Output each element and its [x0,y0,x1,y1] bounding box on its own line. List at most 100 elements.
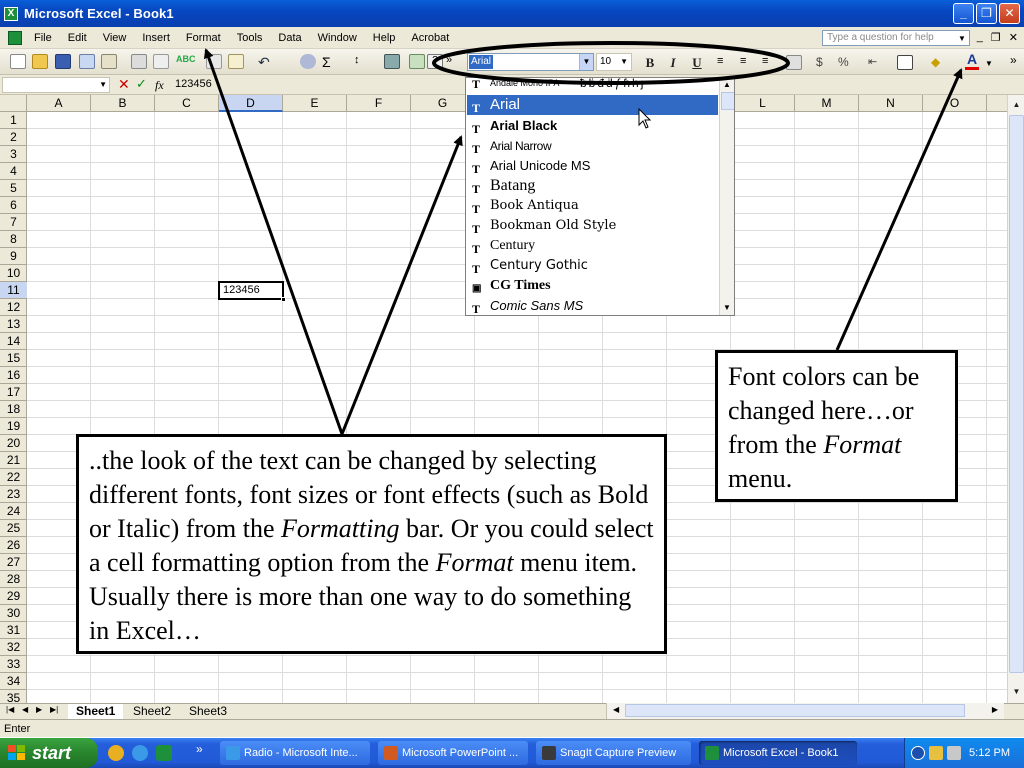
font-dropdown-arrow-icon[interactable]: ▼ [579,54,593,70]
select-all-corner[interactable] [0,95,27,112]
column-header-a[interactable]: A [27,95,91,112]
column-header-l[interactable]: L [731,95,795,112]
currency-icon[interactable]: $ [816,55,832,70]
row-header-35[interactable]: 35 [0,690,27,703]
menu-file[interactable]: File [26,27,60,49]
toolbar-options-icon[interactable]: » [446,54,462,69]
row-header-11[interactable]: 11 [0,282,27,299]
row-header-28[interactable]: 28 [0,571,27,588]
row-header-18[interactable]: 18 [0,401,27,418]
row-header-2[interactable]: 2 [0,129,27,146]
column-header-d[interactable]: D [219,95,283,112]
row-header-33[interactable]: 33 [0,656,27,673]
sort-icon[interactable]: ↕ [354,54,370,69]
print-icon[interactable] [131,54,147,69]
menu-acrobat[interactable]: Acrobat [403,27,457,49]
print-preview-icon[interactable] [153,54,169,69]
media-player-icon[interactable] [108,745,124,761]
minimize-icon[interactable]: _ [953,3,974,24]
formula-input[interactable]: 123456 [175,78,212,90]
tray-expand-icon[interactable] [911,746,925,760]
font-color-dropdown-icon[interactable]: ▼ [985,59,993,68]
insert-function-icon[interactable]: fx [155,78,164,93]
column-header-o[interactable]: O [923,95,987,112]
excel-quicklaunch-icon[interactable] [156,745,172,761]
row-header-30[interactable]: 30 [0,605,27,622]
align-left-icon[interactable]: ≡ [717,55,733,70]
font-option-arial-unicode[interactable]: T Arial Unicode MS [467,156,718,176]
toolbar-overflow-icon[interactable]: » [1010,53,1017,67]
row-header-14[interactable]: 14 [0,333,27,350]
row-header-19[interactable]: 19 [0,418,27,435]
font-dropdown-list[interactable]: T Andale Mono IPA ƀḃđḋƒɦḣȷ T Arial T Ari… [465,77,735,316]
next-sheet-icon[interactable]: ▶ [36,705,42,714]
italic-button[interactable]: I [664,55,682,71]
last-sheet-icon[interactable]: ▶| [50,705,58,714]
size-dropdown-arrow-icon[interactable]: ▼ [620,54,628,70]
undo-icon[interactable]: ↶ [258,54,274,70]
font-option-arial[interactable]: T Arial [467,95,718,115]
hyperlink-icon[interactable] [300,54,316,69]
menu-tools[interactable]: Tools [229,27,271,49]
font-list-scrollbar[interactable]: ▲ ▼ [719,78,734,315]
row-header-21[interactable]: 21 [0,452,27,469]
underline-button[interactable]: U [688,55,706,71]
scroll-left-icon[interactable]: ◀ [613,705,619,714]
row-header-23[interactable]: 23 [0,486,27,503]
row-header-25[interactable]: 25 [0,520,27,537]
tray-volume-icon[interactable] [947,746,961,760]
font-option-andale[interactable]: T Andale Mono IPA ƀḃđḋƒɦḣȷ [467,78,718,92]
row-header-15[interactable]: 15 [0,350,27,367]
row-header-22[interactable]: 22 [0,469,27,486]
cut-icon[interactable] [206,54,222,69]
autosum-icon[interactable]: Σ [322,54,338,70]
tab-sheet1[interactable]: Sheet1 [68,704,124,719]
menu-format[interactable]: Format [178,27,229,49]
row-header-32[interactable]: 32 [0,639,27,656]
excel-app-icon[interactable]: X [4,6,18,21]
merge-center-icon[interactable] [786,55,802,70]
taskbar-button-radio[interactable]: Radio - Microsoft Inte... [220,741,370,765]
scroll-right-icon[interactable]: ▶ [992,705,998,714]
quicklaunch-chevron-icon[interactable]: » [196,742,203,756]
drawing-icon[interactable] [409,54,425,69]
paste-icon[interactable] [228,54,244,69]
vertical-scroll-thumb[interactable] [1009,115,1024,673]
taskbar-button-snagit[interactable]: SnagIt Capture Preview [536,741,691,765]
bold-button[interactable]: B [641,55,659,71]
row-header-20[interactable]: 20 [0,435,27,452]
row-header-16[interactable]: 16 [0,367,27,384]
horizontal-scrollbar[interactable]: ◀ ▶ [606,703,1004,719]
menu-window[interactable]: Window [310,27,365,49]
borders-icon[interactable] [897,55,913,70]
menu-help[interactable]: Help [365,27,404,49]
first-sheet-icon[interactable]: |◀ [6,705,14,714]
prev-sheet-icon[interactable]: ◀ [22,705,28,714]
row-header-26[interactable]: 26 [0,537,27,554]
taskbar-button-powerpoint[interactable]: Microsoft PowerPoint ... [378,741,528,765]
internet-explorer-icon[interactable] [132,745,148,761]
align-right-icon[interactable]: ≡ [762,55,778,70]
horizontal-scroll-thumb[interactable] [625,704,965,717]
active-cell-d11[interactable]: 123456 [218,281,286,302]
confirm-entry-icon[interactable]: ✓ [136,76,147,92]
tab-sheet3[interactable]: Sheet3 [181,704,235,719]
row-header-31[interactable]: 31 [0,622,27,639]
row-header-24[interactable]: 24 [0,503,27,520]
workbook-restore-icon[interactable]: ❐ [991,31,1001,44]
workbook-close-icon[interactable]: ✕ [1009,31,1018,44]
column-header-b[interactable]: B [91,95,155,112]
font-option-book-antiqua[interactable]: T Book Antiqua [467,196,718,216]
row-header-6[interactable]: 6 [0,197,27,214]
fill-color-icon[interactable]: ◆ [931,55,947,70]
font-option-comic-sans[interactable]: T Comic Sans MS [467,296,718,315]
scroll-down-icon[interactable]: ▼ [1010,685,1023,699]
help-icon[interactable]: ? [427,54,443,69]
spelling-icon[interactable]: ABC [176,54,196,69]
row-header-27[interactable]: 27 [0,554,27,571]
font-option-century-gothic[interactable]: T Century Gothic [467,256,718,276]
row-header-8[interactable]: 8 [0,231,27,248]
row-header-13[interactable]: 13 [0,316,27,333]
column-header-e[interactable]: E [283,95,347,112]
help-search-input[interactable]: Type a question for help [822,30,970,46]
